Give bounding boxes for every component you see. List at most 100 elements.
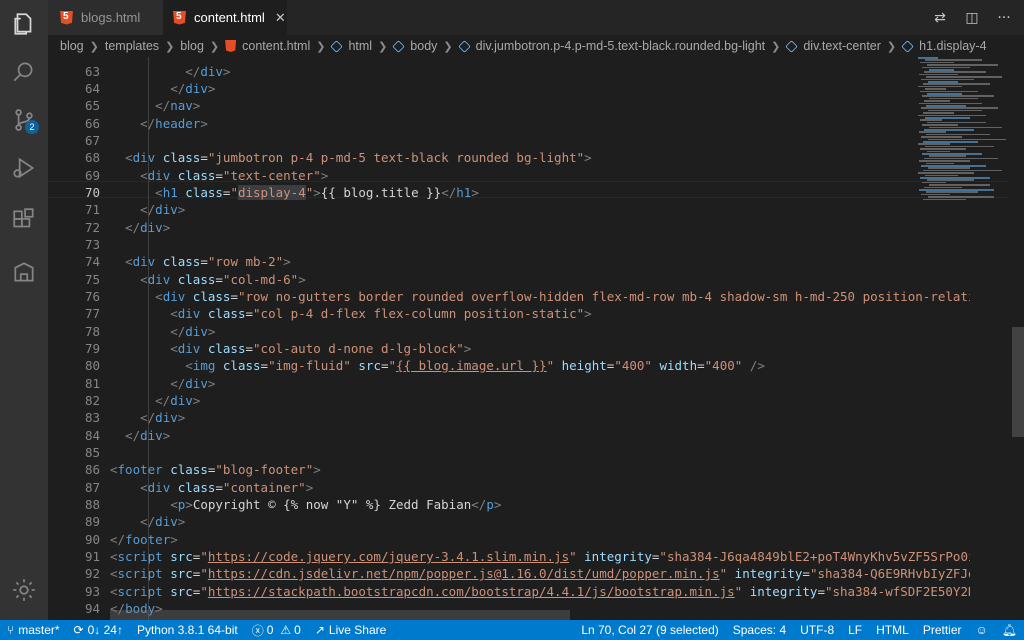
- minimap-line: [924, 157, 998, 160]
- minimap-line: [926, 76, 1002, 78]
- search-icon[interactable]: [0, 48, 48, 96]
- element-icon: [392, 39, 406, 53]
- code-line: <script src="https://cdn.jsdelivr.net/np…: [110, 566, 970, 581]
- manage-gear-icon[interactable]: [0, 566, 48, 614]
- element-icon: [457, 39, 471, 53]
- indentation[interactable]: Spaces: 4: [726, 620, 793, 640]
- breadcrumb-item[interactable]: html: [348, 39, 372, 53]
- live-share-button[interactable]: ↗ Live Share: [308, 620, 393, 640]
- chevron-right-icon: ❯: [771, 40, 781, 53]
- warning-icon: ⚠: [280, 623, 292, 637]
- end-of-line[interactable]: LF: [841, 620, 869, 640]
- line-number: 81: [84, 376, 100, 391]
- breadcrumb-item[interactable]: templates: [105, 39, 159, 53]
- tab-content-html[interactable]: content.html ✕: [163, 0, 287, 35]
- git-branch-icon: ⑂: [7, 623, 15, 637]
- breadcrumb-item[interactable]: div.text-center: [803, 39, 881, 53]
- error-icon: ⓧ: [251, 623, 264, 638]
- close-tab-icon[interactable]: ✕: [275, 10, 286, 26]
- code-line: </div>: [140, 202, 186, 217]
- code-line: </footer>: [110, 532, 178, 547]
- vertical-scrollbar[interactable]: [1012, 327, 1024, 437]
- cursor-position[interactable]: Ln 70, Col 27 (9 selected): [574, 620, 725, 640]
- live-share-icon: ↗: [314, 623, 325, 637]
- minimap-line: [920, 119, 942, 121]
- extensions-icon[interactable]: [0, 196, 48, 244]
- breadcrumb-item[interactable]: h1.display-4: [919, 39, 986, 53]
- formatter[interactable]: Prettier: [916, 620, 969, 640]
- problems-indicator[interactable]: ⓧ 0 ⚠ 0: [245, 620, 308, 640]
- code-line: <script src="https://code.jquery.com/jqu…: [110, 549, 970, 564]
- split-editor-icon[interactable]: ◫: [962, 10, 982, 26]
- sync-icon: ⟳: [73, 623, 84, 637]
- minimap-line: [919, 189, 994, 191]
- line-number: 78: [84, 324, 100, 339]
- code-line: </nav>: [155, 98, 201, 113]
- minimap-line: [919, 160, 970, 162]
- branch-label: master*: [18, 623, 60, 637]
- code-line: <div class="jumbotron p-4 p-md-5 text-bl…: [125, 150, 592, 165]
- minimap-line: [928, 138, 1006, 141]
- minimap-line: [918, 172, 974, 174]
- breadcrumb-item[interactable]: body: [410, 39, 437, 53]
- breadcrumb-item[interactable]: content.html: [242, 39, 310, 53]
- minimap-line: [928, 109, 982, 112]
- tab-bar: blogs.html content.html ✕ ⇄ ◫ ···: [48, 0, 1024, 35]
- remote-explorer-icon[interactable]: [0, 248, 48, 296]
- line-number: 90: [84, 532, 100, 547]
- encoding[interactable]: UTF-8: [793, 620, 841, 640]
- breadcrumb-item[interactable]: blog: [180, 39, 204, 53]
- language-mode[interactable]: HTML: [869, 620, 916, 640]
- code-line: <div class="col-auto d-none d-lg-block">: [170, 341, 472, 356]
- breadcrumb-item[interactable]: div.jumbotron.p-4.p-md-5.text-black.roun…: [476, 39, 766, 53]
- sync-label: 0↓ 24↑: [87, 623, 123, 637]
- minimap-line: [918, 114, 986, 117]
- horizontal-scrollbar[interactable]: [110, 610, 570, 620]
- source-control-icon[interactable]: 2: [0, 96, 48, 144]
- explorer-icon[interactable]: [0, 0, 48, 48]
- minimap-line: [924, 71, 986, 73]
- minimap-line: [927, 93, 962, 95]
- line-number: 69: [84, 168, 100, 183]
- minimap-line: [921, 107, 998, 109]
- branch-indicator[interactable]: ⑂ master*: [0, 620, 67, 640]
- notifications-bell-icon[interactable]: 🔔︎: [995, 620, 1024, 640]
- minimap-line: [922, 124, 958, 126]
- line-number: 66: [84, 116, 100, 131]
- python-interpreter[interactable]: Python 3.8.1 64-bit: [130, 620, 245, 640]
- line-number: 75: [84, 272, 100, 287]
- minimap-line: [919, 131, 946, 133]
- open-changes-icon[interactable]: ⇄: [930, 10, 950, 26]
- minimap-line: [929, 155, 966, 157]
- line-number: 70: [84, 185, 100, 200]
- line-number: 84: [84, 428, 100, 443]
- line-number: 76: [84, 289, 100, 304]
- code-editor[interactable]: 63 64 65 66 67 68 69 70 71 72 73 74 75 76 77 78 79 80 81 82…: [48, 57, 1024, 620]
- code-line: </div>: [185, 64, 231, 79]
- minimap-line: [920, 61, 954, 64]
- live-share-label: Live Share: [328, 623, 387, 637]
- run-debug-icon[interactable]: [0, 144, 48, 192]
- breadcrumb-item[interactable]: blog: [60, 39, 84, 53]
- line-number: 94: [84, 601, 100, 616]
- minimap-line: [921, 165, 986, 167]
- chevron-right-icon: ❯: [209, 40, 220, 53]
- minimap-line: [919, 73, 958, 76]
- line-number: 88: [84, 497, 100, 512]
- minimap-line: [924, 186, 962, 189]
- more-actions-icon[interactable]: ···: [994, 10, 1014, 26]
- line-number: 91: [84, 549, 100, 564]
- code-area[interactable]: </div> </div> </nav> </header> <div clas…: [110, 57, 970, 620]
- line-number: 73: [84, 237, 100, 252]
- tab-blogs-html[interactable]: blogs.html: [48, 0, 163, 35]
- line-number: 65: [84, 98, 100, 113]
- sync-indicator[interactable]: ⟳ 0↓ 24↑: [67, 620, 130, 640]
- minimap-line: [918, 143, 950, 145]
- activity-bar: 2: [0, 0, 48, 620]
- minimap[interactable]: [918, 57, 1008, 207]
- minimap-line: [928, 167, 970, 169]
- code-line: <img class="img-fluid" src="{{ blog.imag…: [185, 358, 765, 373]
- minimap-line: [925, 145, 994, 148]
- feedback-icon[interactable]: ☺: [969, 620, 995, 640]
- element-icon: [785, 39, 799, 53]
